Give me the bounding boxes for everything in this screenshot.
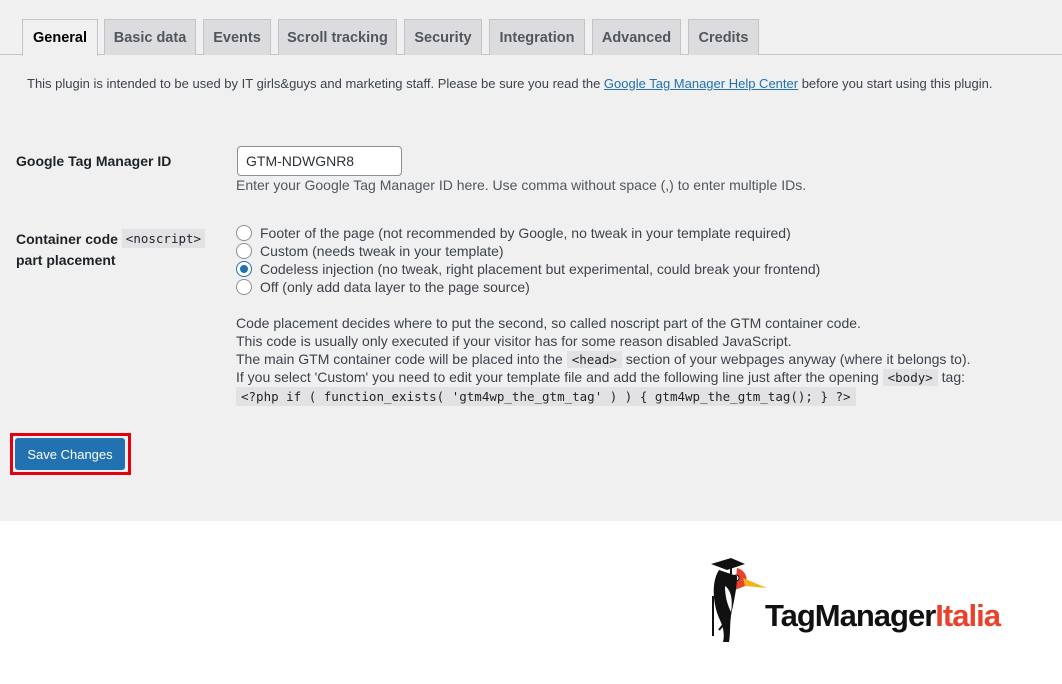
line4-after: tag:	[937, 369, 966, 385]
option-label: Custom (needs tweak in your template)	[260, 243, 504, 259]
line3-before: The main GTM container code will be plac…	[236, 351, 567, 367]
placement-label: Container code <noscript> part placement	[16, 229, 206, 270]
line3-after: section of your webpages anyway (where i…	[621, 351, 971, 367]
intro-text-after: before you start using this plugin.	[798, 76, 993, 91]
tab-advanced[interactable]: Advanced	[592, 19, 681, 55]
gtm-id-description: Enter your Google Tag Manager ID here. U…	[236, 177, 807, 193]
explanation-line-2: This code is usually only executed if yo…	[236, 333, 792, 349]
tab-events[interactable]: Events	[203, 19, 271, 55]
tab-security[interactable]: Security	[404, 19, 482, 55]
radio-button[interactable]	[236, 279, 252, 295]
option-label: Off (only add data layer to the page sou…	[260, 279, 530, 295]
tab-general[interactable]: General	[22, 19, 98, 56]
logo-part-2: Italia	[935, 598, 1001, 633]
placement-label-line1: Container code <noscript>	[16, 229, 206, 250]
tab-credits[interactable]: Credits	[688, 19, 759, 55]
explanation-line-4: If you select 'Custom' you need to edit …	[236, 368, 971, 386]
php-code: <?php if ( function_exists( 'gtm4wp_the_…	[236, 387, 856, 406]
placement-option-off[interactable]: Off (only add data layer to the page sou…	[236, 278, 530, 296]
tab-basic-data[interactable]: Basic data	[104, 19, 196, 55]
placement-label-before: Container code	[16, 231, 118, 247]
option-label: Footer of the page (not recommended by G…	[260, 225, 791, 241]
intro-text-before: This plugin is intended to be used by IT…	[27, 76, 604, 91]
tab-integration[interactable]: Integration	[489, 19, 585, 55]
gtm-id-input[interactable]	[237, 146, 402, 176]
explanation-line-3: The main GTM container code will be plac…	[236, 350, 971, 368]
placement-option-footer[interactable]: Footer of the page (not recommended by G…	[236, 224, 791, 242]
radio-button-checked[interactable]	[236, 261, 252, 277]
save-changes-button[interactable]: Save Changes	[15, 438, 125, 470]
tagmanageritalia-logo: TagManagerItalia	[705, 556, 1025, 648]
settings-page: General Basic data Events Scroll trackin…	[0, 0, 1062, 521]
tab-scroll-tracking[interactable]: Scroll tracking	[278, 19, 397, 55]
line4-before: If you select 'Custom' you need to edit …	[236, 369, 883, 385]
gtm-id-label: Google Tag Manager ID	[16, 153, 172, 169]
explanation-line-1: Code placement decides where to put the …	[236, 315, 861, 331]
body-code: <body>	[882, 369, 938, 386]
logo-part-1: TagManager	[765, 598, 936, 633]
tab-bar: General Basic data Events Scroll trackin…	[0, 19, 1062, 56]
help-center-link[interactable]: Google Tag Manager Help Center	[604, 76, 798, 91]
head-code: <head>	[566, 351, 622, 368]
logo-wordmark: TagManagerItalia	[765, 598, 1001, 634]
placement-option-custom[interactable]: Custom (needs tweak in your template)	[236, 242, 504, 260]
intro-text: This plugin is intended to be used by IT…	[27, 76, 992, 91]
radio-button[interactable]	[236, 243, 252, 259]
explanation-line-5: <?php if ( function_exists( 'gtm4wp_the_…	[236, 387, 971, 406]
placement-label-after: part placement	[16, 252, 116, 268]
placement-option-codeless[interactable]: Codeless injection (no tweak, right plac…	[236, 260, 820, 278]
woodpecker-icon	[711, 558, 767, 642]
noscript-code: <noscript>	[121, 229, 206, 248]
placement-explanation: Code placement decides where to put the …	[236, 314, 971, 406]
option-label: Codeless injection (no tweak, right plac…	[260, 261, 821, 277]
radio-button[interactable]	[236, 225, 252, 241]
